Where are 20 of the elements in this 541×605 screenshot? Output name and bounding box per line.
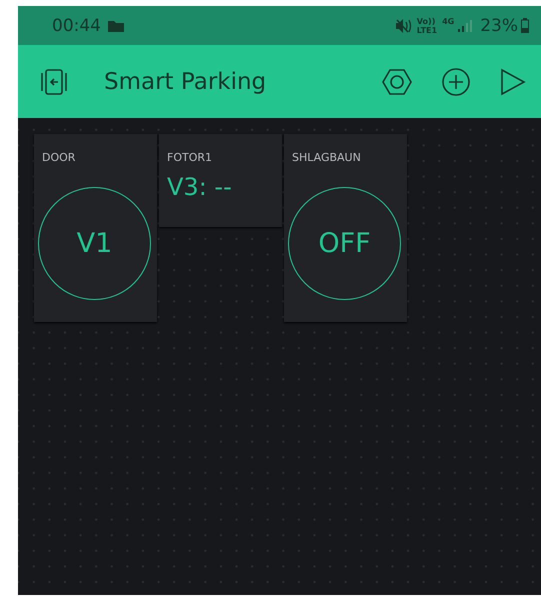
exit-button[interactable] [38,66,70,96]
volte-label: Vo)) [416,16,436,26]
network-type: 4G [442,17,454,26]
signal-icon [458,20,472,32]
project-title: Smart Parking [104,68,268,94]
widget-label: FOTOR1 [167,151,212,164]
play-button[interactable] [499,66,527,96]
battery-icon [521,18,529,33]
battery-percent: 23% [480,16,518,36]
mute-icon [396,18,412,32]
round-button[interactable]: OFF [288,187,401,300]
value-display: V3: -- [167,173,232,201]
folder-icon [108,20,124,32]
lte-label: LTE1 [416,26,438,34]
add-button[interactable] [441,66,471,96]
settings-button[interactable] [381,66,413,96]
widget-label: SHLAGBAUN [292,151,361,164]
status-time: 00:44 [52,16,101,36]
round-button[interactable]: V1 [38,187,151,300]
widget-label: DOOR [42,151,76,164]
